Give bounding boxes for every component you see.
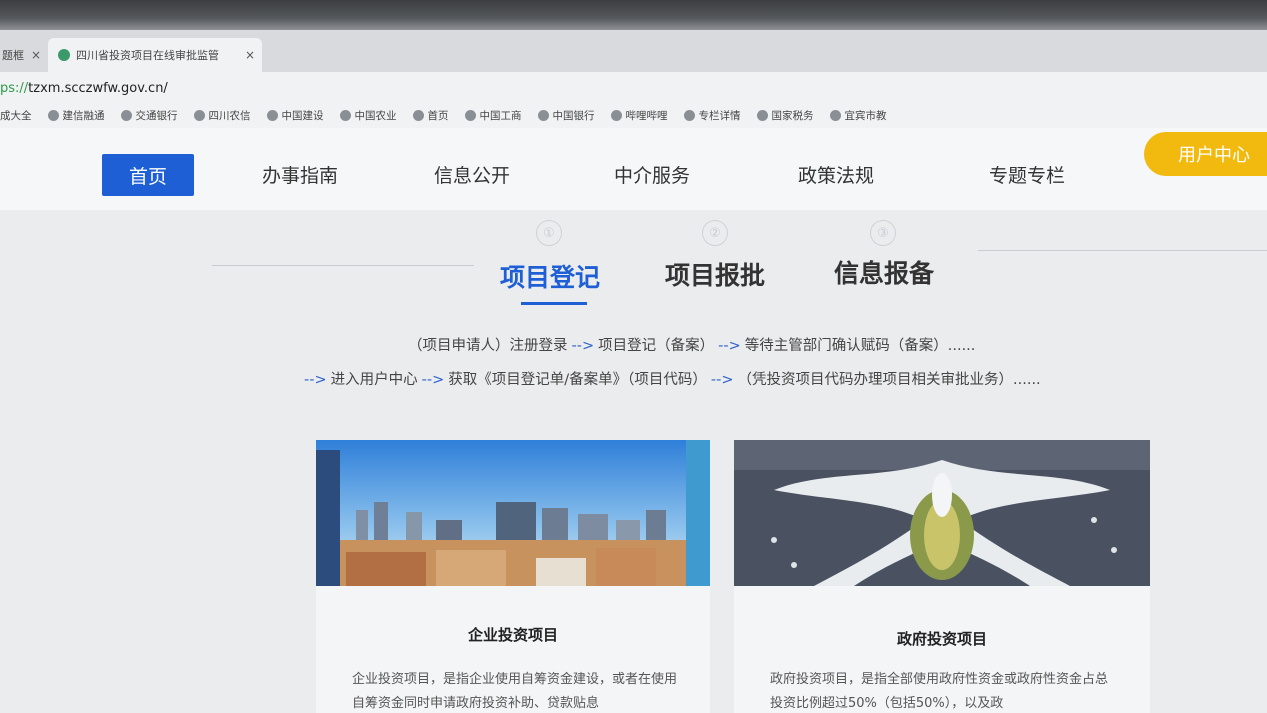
browser-tabstrip: 题框 × 四川省投资项目在线审批监管 × + ⚡ ⋯ ⌄ ⚲: [0, 30, 1267, 102]
bookmark-label: 中国建设: [281, 109, 324, 122]
active-tab-underline: [521, 302, 587, 305]
airport-illustration: [734, 440, 1150, 586]
card-description: 企业投资项目，是指企业使用自筹资金建设，或者在使用自筹资金同时申请政府投资补助、…: [352, 672, 678, 711]
bookmarks-bar: 成大全 建信融通 交通银行 四川农信 中国建设 中国农业 首页 中国工商 中国银行 哔哩哔哩 专栏详…: [0, 102, 1267, 128]
bookmark-favicon-icon: [339, 109, 351, 121]
city-skyline-illustration: [316, 440, 710, 586]
tab-title: 四川省投资项目在线审批监管: [76, 49, 219, 62]
bookmark-label: 四川农信: [208, 109, 251, 122]
step-circle-1: ①: [536, 220, 562, 246]
bookmark-label: 宜宾市教: [844, 109, 887, 122]
flow-step: 项目登记（备案）: [598, 338, 715, 354]
url-text[interactable]: ps://tzxm.scczwfw.gov.cn/: [0, 81, 168, 96]
bookmark-favicon-icon: [829, 109, 841, 121]
flow-line-1: （项目申请人）注册登录 --> 项目登记（备案） --> 等待主管部门确认赋码（备案）.…: [408, 334, 975, 355]
tab-title: 题框: [2, 49, 24, 62]
bookmark-favicon-icon: [537, 109, 549, 121]
bookmark-item[interactable]: 中国建设: [266, 108, 324, 123]
bookmark-label: 首页: [427, 109, 449, 122]
bookmark-label: 中国银行: [552, 109, 595, 122]
flow-line-2: --> 进入用户中心 --> 获取《项目登记单/备案单》（项目代码） --> （凭投资项目…: [300, 368, 1041, 389]
nav-policy[interactable]: 政策法规: [784, 154, 888, 194]
bookmark-favicon-icon: [120, 109, 132, 121]
bookmark-item[interactable]: 中国农业: [339, 108, 397, 123]
bookmark-label: 专栏详情: [698, 109, 741, 122]
bookmark-item[interactable]: 四川农信: [193, 108, 251, 123]
bookmark-favicon-icon: [266, 109, 278, 121]
bookmark-favicon-icon: [412, 109, 424, 121]
monitor-bezel: [0, 0, 1267, 30]
bookmark-label: 成大全: [0, 109, 32, 122]
bookmark-item[interactable]: 中国银行: [537, 108, 595, 123]
nav-guide[interactable]: 办事指南: [248, 154, 352, 194]
bookmark-favicon-icon: [47, 109, 59, 121]
browser-tab-previous[interactable]: 题框 ×: [0, 38, 48, 72]
bookmark-item[interactable]: 交通银行: [120, 108, 178, 123]
flow-arrow: -->: [718, 338, 741, 354]
nav-intermediary[interactable]: 中介服务: [600, 154, 704, 194]
bookmark-label: 中国工商: [479, 109, 522, 122]
user-center-button[interactable]: 用户中心: [1144, 132, 1267, 176]
bookmark-item[interactable]: 建信融通: [47, 108, 105, 123]
flow-step: （项目申请人）注册登录: [408, 338, 568, 354]
flow-arrow: -->: [710, 372, 734, 388]
bookmark-item[interactable]: 专栏详情: [683, 108, 741, 123]
card-government[interactable]: 政府投资项目 政府投资项目，是指全部使用政府性资金或政府性资金占总投资比例超过5…: [734, 440, 1150, 713]
site-nav: 首页 办事指南 信息公开 中介服务 政策法规 专题专栏 用户中心: [0, 128, 1267, 210]
card-title: 企业投资项目: [467, 626, 558, 644]
flow-step: （凭投资项目代码办理项目相关审批业务）......: [737, 372, 1041, 388]
bookmark-favicon-icon: [610, 109, 622, 121]
bookmark-favicon-icon: [756, 109, 768, 121]
bookmark-item[interactable]: 成大全: [0, 108, 32, 123]
bookmark-favicon-icon: [683, 109, 695, 121]
main-content: ① ② ③ 项目登记 项目报批 信息报备 （项目申请人）注册登录 --> 项目登记（…: [0, 210, 1267, 713]
close-icon[interactable]: ×: [242, 48, 258, 62]
nav-home[interactable]: 首页: [102, 154, 194, 196]
favicon-icon: [58, 49, 70, 61]
nav-info-public[interactable]: 信息公开: [420, 154, 524, 194]
flow-arrow: -->: [571, 338, 595, 354]
step-circle-3: ③: [870, 220, 896, 246]
tab-info-report[interactable]: 信息报备: [834, 254, 934, 290]
flow-step: 等待主管部门确认赋码（备案）......: [744, 338, 976, 354]
airport-image: [734, 440, 1150, 586]
browser-tab-active[interactable]: 四川省投资项目在线审批监管 ×: [48, 38, 262, 72]
url-host: tzxm.scczwfw.gov.cn/: [28, 81, 168, 96]
bookmark-item[interactable]: 宜宾市教: [829, 108, 887, 123]
flow-step: 进入用户中心: [330, 372, 418, 388]
nav-special[interactable]: 专题专栏: [972, 154, 1082, 194]
card-title: 政府投资项目: [896, 630, 987, 648]
flow-arrow: -->: [304, 372, 327, 388]
bookmark-favicon-icon: [193, 109, 205, 121]
bookmark-item[interactable]: 国家税务: [756, 108, 814, 123]
bookmark-item[interactable]: 哔哩哔哩: [610, 108, 668, 123]
card-enterprise[interactable]: 企业投资项目 企业投资项目，是指企业使用自筹资金建设，或者在使用自筹资金同时申请…: [316, 440, 710, 713]
bookmark-label: 国家税务: [771, 109, 814, 122]
bookmark-label: 建信融通: [62, 109, 105, 122]
step-circle-2: ②: [702, 220, 728, 246]
bookmark-label: 中国农业: [354, 109, 397, 122]
flow-arrow: -->: [421, 372, 445, 388]
tab-project-register[interactable]: 项目登记: [500, 258, 600, 294]
close-icon[interactable]: ×: [28, 48, 44, 62]
card-description: 政府投资项目，是指全部使用政府性资金或政府性资金占总投资比例超过50%（包括50…: [770, 672, 1109, 711]
divider-right: [978, 250, 1267, 251]
url-scheme: ps://: [0, 81, 29, 96]
bookmark-favicon-icon: [464, 109, 476, 121]
bookmark-item[interactable]: 中国工商: [464, 108, 522, 123]
city-skyline-image: [316, 440, 710, 586]
tab-project-approval[interactable]: 项目报批: [665, 256, 765, 292]
bookmark-label: 交通银行: [135, 109, 178, 122]
bookmark-label: 哔哩哔哩: [625, 109, 668, 122]
bookmark-item[interactable]: 首页: [412, 108, 449, 123]
flow-step: 获取《项目登记单/备案单》（项目代码）: [448, 372, 707, 388]
divider-left: [212, 265, 474, 266]
address-bar[interactable]: ps://tzxm.scczwfw.gov.cn/: [0, 72, 1267, 102]
